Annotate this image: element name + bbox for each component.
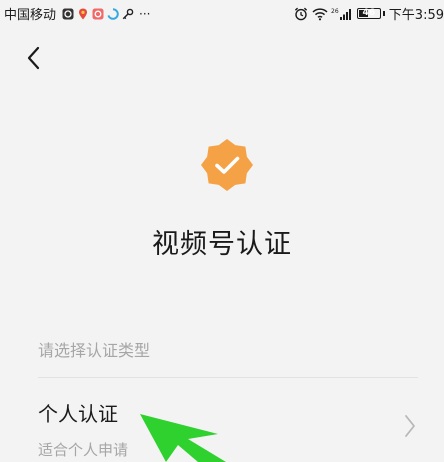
key-icon xyxy=(122,8,134,20)
camera-app-icon xyxy=(92,8,104,20)
wifi-icon xyxy=(312,7,328,21)
more-notifications-icon: ··· xyxy=(139,6,151,21)
battery-level-label: 46 xyxy=(362,8,376,18)
location-pin-icon xyxy=(77,8,89,20)
section-hint: 请选择认证类型 xyxy=(38,341,151,360)
back-button[interactable] xyxy=(22,42,48,74)
chevron-right-icon xyxy=(405,415,415,437)
clock-time: 下午3:59 xyxy=(388,8,444,23)
option-title: 个人认证 xyxy=(38,402,118,426)
status-bar-left: 中国移动 ··· xyxy=(4,4,151,24)
carrier-name: 中国移动 xyxy=(4,8,57,23)
battery-indicator: 46 xyxy=(356,8,381,19)
cellular-signal-icon: 26 xyxy=(331,7,353,21)
battery-cap xyxy=(382,11,385,16)
verified-badge-icon xyxy=(200,138,254,192)
sync-app-icon xyxy=(107,7,119,20)
option-description: 适合个人申请 xyxy=(38,441,129,459)
divider xyxy=(38,377,418,378)
alarm-clock-icon xyxy=(294,7,308,21)
page-title: 视频号认证 xyxy=(152,229,292,260)
status-bar: 中国移动 ··· 26 46 下午3:59 xyxy=(0,0,444,26)
network-type-label: 26 xyxy=(331,8,339,15)
personal-verification-option[interactable]: 个人认证 适合个人申请 xyxy=(38,380,418,462)
app-notification-icon xyxy=(62,8,74,20)
status-bar-right: 26 46 下午3:59 xyxy=(291,4,444,23)
back-chevron-icon xyxy=(27,46,40,70)
